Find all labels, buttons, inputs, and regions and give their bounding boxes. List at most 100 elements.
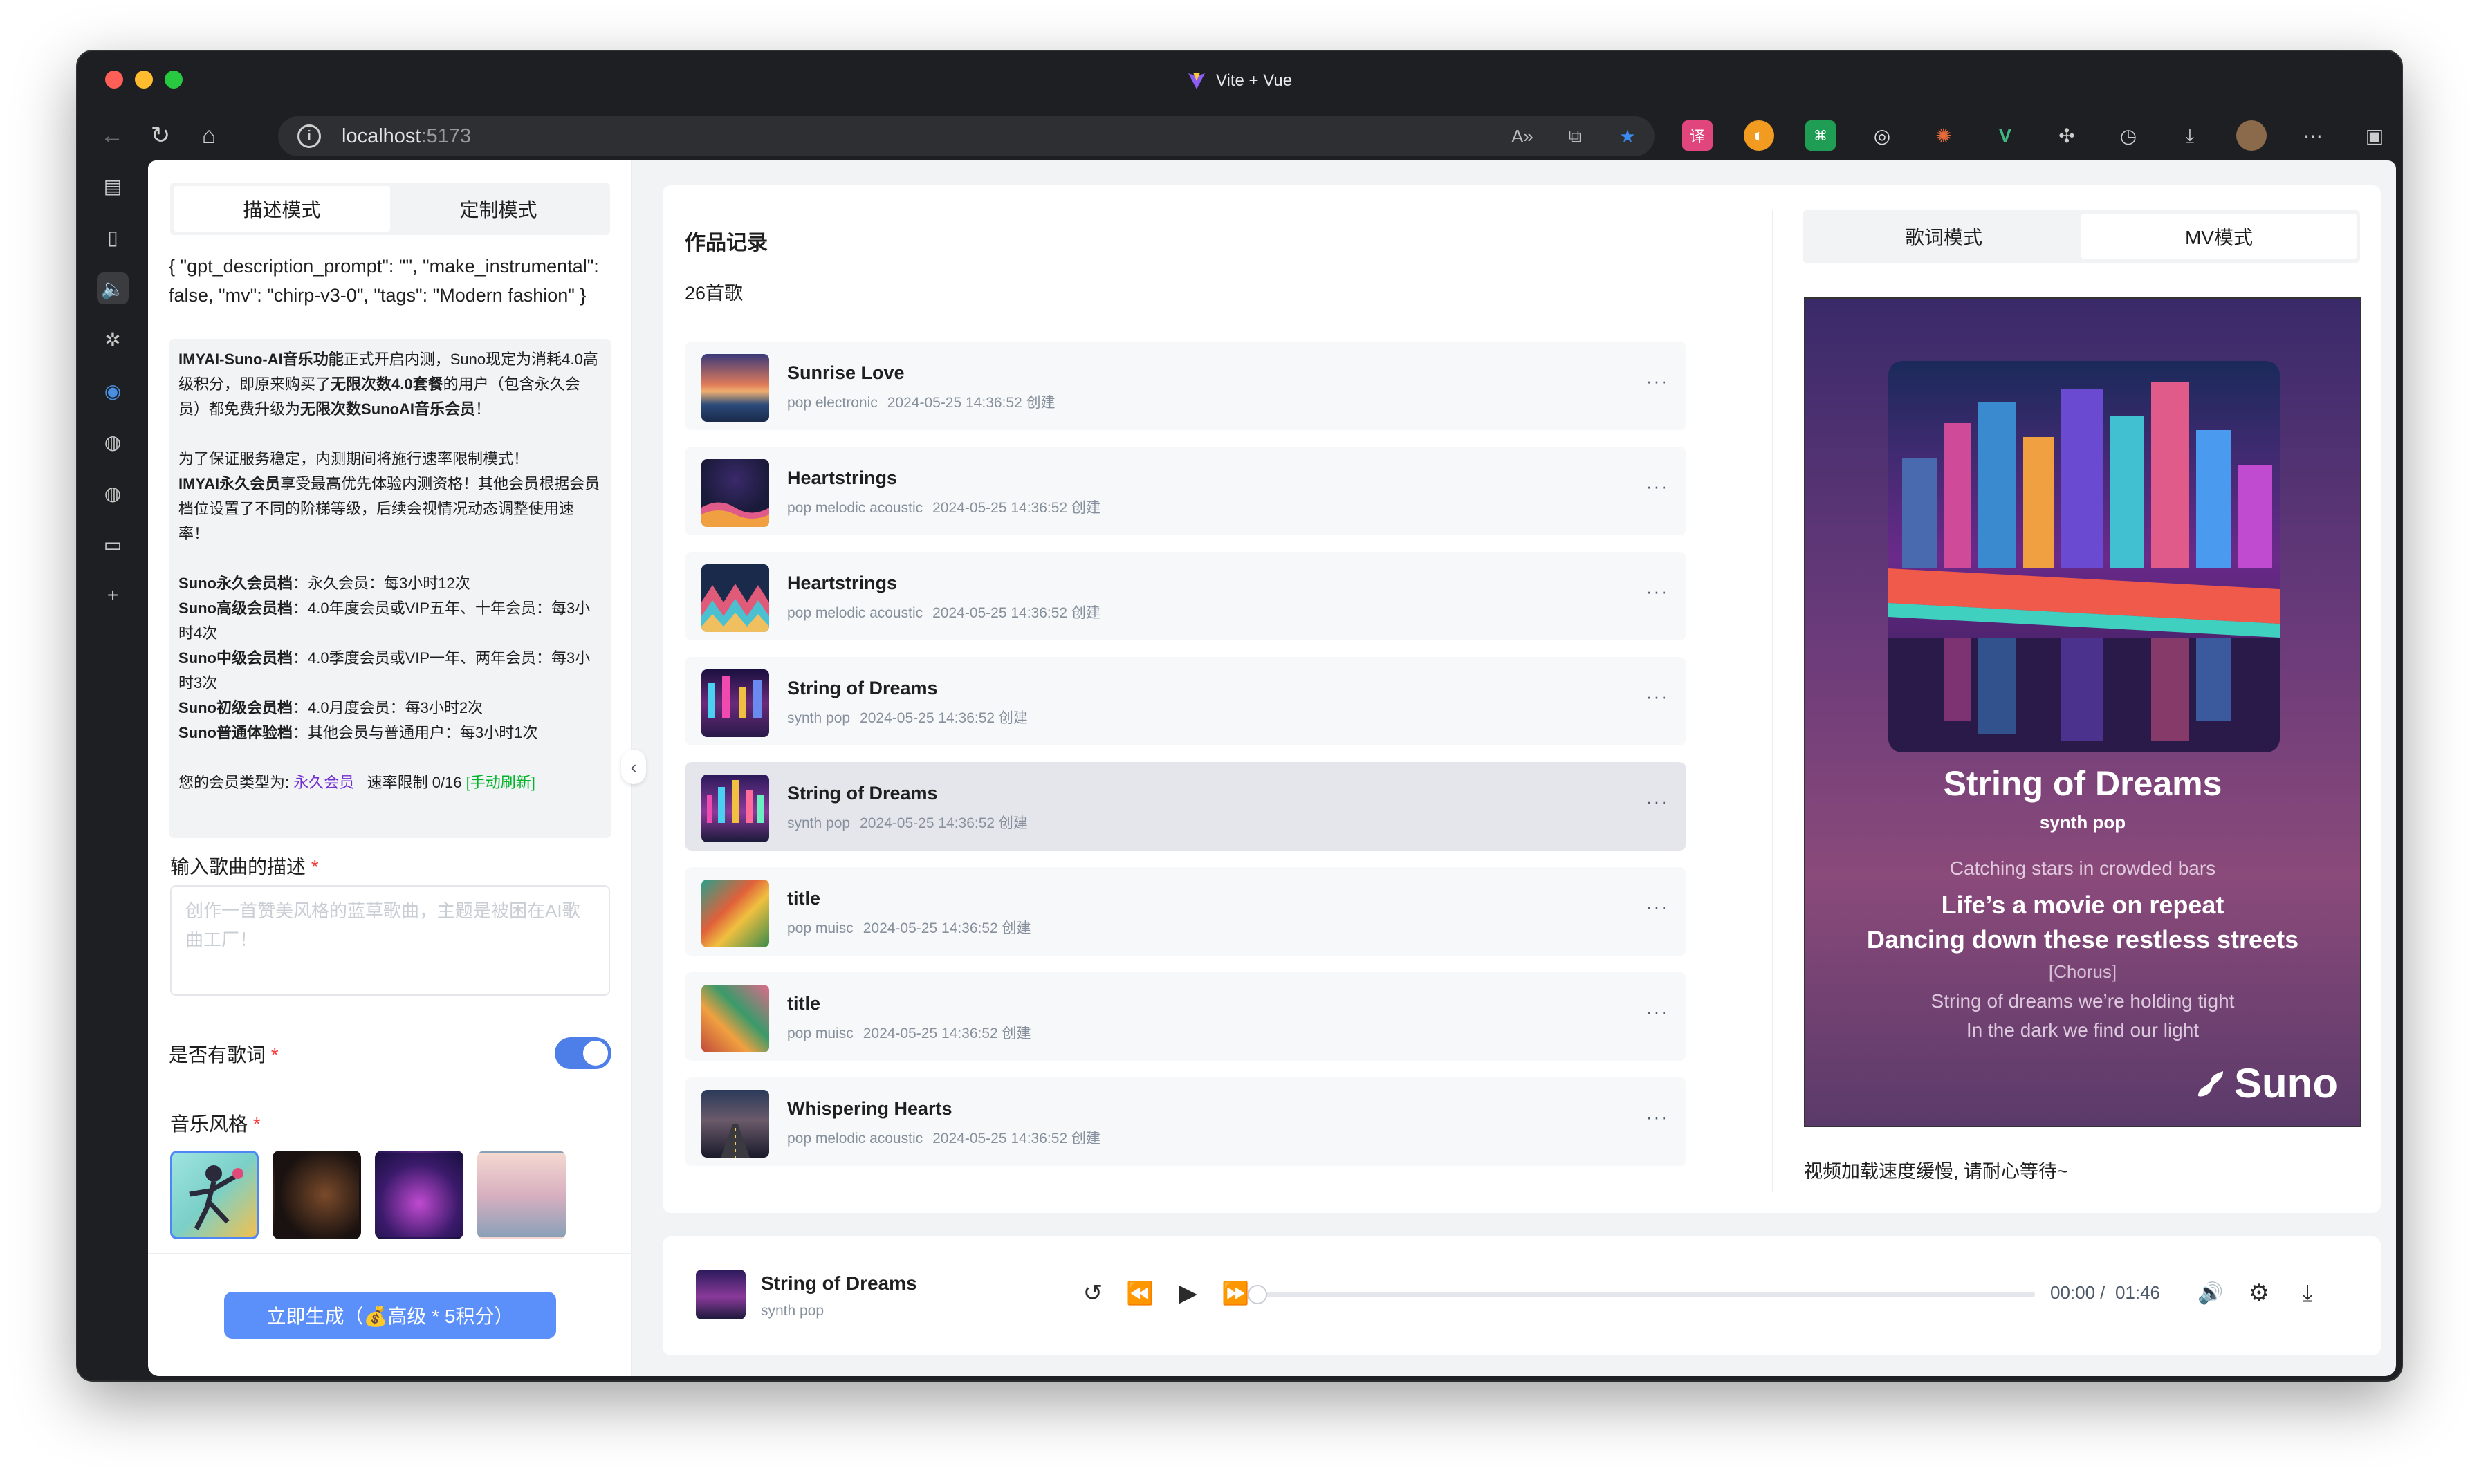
generate-button[interactable]: 立即生成（💰高级 * 5积分） bbox=[224, 1292, 556, 1339]
mv-lyric-line: [Chorus] bbox=[2048, 961, 2117, 982]
lyrics-toggle[interactable] bbox=[555, 1037, 611, 1069]
address-bar[interactable]: i localhost:5173 A» ⧉ ★ bbox=[278, 116, 1655, 156]
tab-mv-mode[interactable]: MV模式 bbox=[2081, 214, 2357, 259]
song-item[interactable]: title pop muisc 2024-05-25 14:36:52 创建 ··… bbox=[685, 972, 1686, 1061]
tab-custom-mode[interactable]: 定制模式 bbox=[390, 186, 607, 232]
more-menu-icon[interactable]: ⋯ bbox=[2298, 120, 2328, 151]
request-json-preview: { "gpt_description_prompt": "", "make_in… bbox=[169, 256, 599, 306]
download-song-icon[interactable]: ⤓ bbox=[2291, 1277, 2324, 1310]
minimize-window-button[interactable] bbox=[135, 71, 153, 89]
song-title: Heartstrings bbox=[787, 467, 898, 488]
read-aloud-icon[interactable]: A» bbox=[1509, 123, 1536, 149]
url-host: localhost bbox=[342, 124, 421, 147]
more-icon[interactable]: ··· bbox=[1646, 581, 1668, 602]
progress-handle[interactable] bbox=[1248, 1285, 1267, 1304]
cookie-extension-icon[interactable]: ✺ bbox=[1928, 120, 1959, 151]
member-status: 您的会员类型为: 永久会员 速率限制 0/16 [手动刷新] bbox=[178, 774, 535, 791]
song-cover bbox=[701, 1090, 769, 1158]
glasses-extension-icon[interactable]: ◎ bbox=[1867, 120, 1897, 151]
site-info-icon[interactable]: i bbox=[297, 124, 321, 148]
player-cover bbox=[696, 1270, 746, 1319]
blue-app-icon[interactable]: ◉ bbox=[97, 375, 129, 407]
reload-icon[interactable]: ↻ bbox=[147, 122, 174, 149]
chatgpt-icon[interactable]: ✲ bbox=[97, 324, 129, 355]
player-time: 00:00 / 01:46 bbox=[2050, 1282, 2161, 1303]
style-label: 音乐风格 * bbox=[170, 1113, 261, 1135]
song-item[interactable]: Whispering Hearts pop melodic acoustic 20… bbox=[685, 1077, 1686, 1166]
song-description-input[interactable]: 创作一首赞美风格的蓝草歌曲，主题是被困在AI歌曲工厂！ bbox=[170, 885, 610, 996]
song-title: Sunrise Love bbox=[787, 362, 905, 383]
tab-lyrics-mode[interactable]: 歌词模式 bbox=[1806, 214, 2081, 259]
replay-icon[interactable]: ↺ bbox=[1076, 1277, 1109, 1310]
more-icon[interactable]: ··· bbox=[1646, 686, 1668, 707]
app-install-icon[interactable]: ⧉ bbox=[1562, 123, 1588, 149]
suno-mark-icon bbox=[2198, 1070, 2224, 1096]
tab-describe-mode[interactable]: 描述模式 bbox=[174, 186, 390, 232]
back-icon[interactable]: ← bbox=[98, 122, 126, 149]
history-icon[interactable]: ◷ bbox=[2113, 120, 2144, 151]
song-title: Whispering Hearts bbox=[787, 1098, 952, 1119]
mv-title: String of Dreams bbox=[1943, 764, 2222, 803]
song-cover bbox=[701, 775, 769, 842]
collapse-panel-icon[interactable]: ‹ bbox=[621, 750, 646, 784]
github-icon[interactable]: ◍ bbox=[97, 426, 129, 458]
style-option-guitar[interactable] bbox=[273, 1151, 361, 1239]
favorite-star-icon[interactable]: ★ bbox=[1614, 123, 1641, 149]
vue-devtools-icon[interactable]: V bbox=[1990, 120, 2020, 151]
style-option-mountain[interactable] bbox=[477, 1151, 566, 1239]
style-option-illustration[interactable] bbox=[170, 1151, 259, 1239]
song-item[interactable]: title pop muisc 2024-05-25 14:36:52 创建 ··… bbox=[685, 867, 1686, 956]
next-icon[interactable]: ⏩ bbox=[1219, 1277, 1252, 1310]
records-title: 作品记录 bbox=[685, 232, 768, 254]
style-picker bbox=[170, 1151, 566, 1239]
translate-extension-icon[interactable]: 译 bbox=[1682, 120, 1713, 151]
song-title: title bbox=[787, 993, 821, 1014]
profile-avatar[interactable] bbox=[2236, 120, 2267, 151]
home-icon[interactable]: ⌂ bbox=[195, 122, 223, 149]
settings-gear-icon[interactable]: ⚙ bbox=[2242, 1277, 2276, 1310]
github-icon-2[interactable]: ◍ bbox=[97, 477, 129, 509]
volume-icon[interactable]: 🔊 bbox=[2194, 1277, 2227, 1310]
tier-list: Suno永久会员档：永久会员：每3小时12次 Suno高级会员档：4.0年度会员… bbox=[178, 571, 602, 745]
play-icon[interactable]: ▶ bbox=[1172, 1277, 1205, 1310]
download-icon[interactable]: ⤓ bbox=[2175, 120, 2205, 151]
mv-lyric-line: Catching stars in crowded bars bbox=[1949, 857, 2216, 879]
more-icon[interactable]: ··· bbox=[1646, 476, 1668, 497]
page-icon[interactable]: ▯ bbox=[97, 221, 129, 253]
song-item[interactable]: Heartstrings pop melodic acoustic 2024-05… bbox=[685, 552, 1686, 640]
progress-track[interactable] bbox=[1255, 1292, 2035, 1297]
tier-item: Suno永久会员档：永久会员：每3小时12次 bbox=[178, 575, 470, 592]
song-item[interactable]: Sunrise Love pop electronic 2024-05-25 14… bbox=[685, 342, 1686, 430]
member-type: 永久会员 bbox=[293, 774, 355, 791]
mv-genre: synth pop bbox=[2039, 812, 2126, 833]
song-cover bbox=[701, 564, 769, 632]
extensions-puzzle-icon[interactable]: ✣ bbox=[2052, 120, 2082, 151]
lyrics-label: 是否有歌词 * bbox=[169, 1044, 279, 1066]
close-window-button[interactable] bbox=[105, 71, 123, 89]
mv-loading-note: 视频加载速度缓慢, 请耐心等待~ bbox=[1804, 1161, 2068, 1182]
zoom-window-button[interactable] bbox=[165, 71, 183, 89]
audio-player: String of Dreams synth pop ↺ ⏪ ▶ ⏩ 00:00… bbox=[663, 1236, 2381, 1355]
song-item-selected[interactable]: String of Dreams synth pop 2024-05-25 14:… bbox=[685, 762, 1686, 851]
speaker-icon[interactable]: 🔈 bbox=[97, 272, 129, 304]
previous-icon[interactable]: ⏪ bbox=[1123, 1277, 1156, 1310]
more-icon[interactable]: ··· bbox=[1646, 791, 1668, 813]
refresh-link[interactable]: [手动刷新] bbox=[466, 774, 535, 791]
more-icon[interactable]: ··· bbox=[1646, 371, 1668, 392]
player-song-title: String of Dreams bbox=[761, 1272, 917, 1294]
document-icon[interactable]: ▭ bbox=[97, 528, 129, 560]
sidebar-toggle-icon[interactable]: ▣ bbox=[2359, 120, 2390, 151]
more-icon[interactable]: ··· bbox=[1646, 1001, 1668, 1023]
more-icon[interactable]: ··· bbox=[1646, 1106, 1668, 1128]
tabs-icon[interactable]: ▤ bbox=[97, 170, 129, 202]
add-icon[interactable]: + bbox=[97, 579, 129, 611]
song-title: String of Dreams bbox=[787, 783, 938, 804]
song-meta: pop melodic acoustic 2024-05-25 14:36:52 … bbox=[787, 1131, 1100, 1147]
orange-extension-icon[interactable]: ◐ bbox=[1744, 120, 1774, 151]
style-option-dj[interactable] bbox=[375, 1151, 463, 1239]
green-extension-icon[interactable]: ⌘ bbox=[1805, 120, 1836, 151]
song-item[interactable]: Heartstrings pop melodic acoustic 2024-05… bbox=[685, 447, 1686, 535]
mv-video[interactable]: String of Dreams synth pop Catching star… bbox=[1804, 297, 2361, 1127]
song-item[interactable]: String of Dreams synth pop 2024-05-25 14:… bbox=[685, 657, 1686, 745]
more-icon[interactable]: ··· bbox=[1646, 896, 1668, 918]
